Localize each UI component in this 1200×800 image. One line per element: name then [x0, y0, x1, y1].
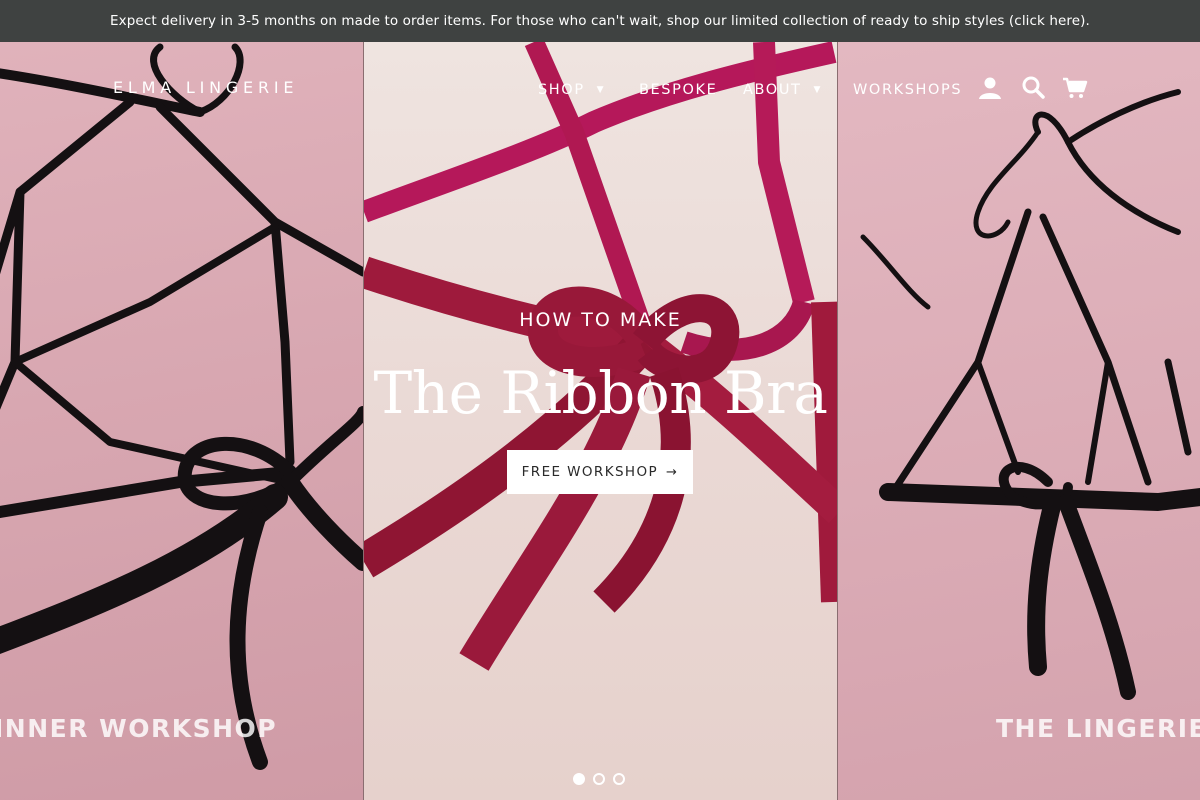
arrow-right-icon: →: [666, 464, 679, 480]
black-triangle-bra-image: [860, 89, 1200, 700]
site-logo[interactable]: ELMA LINGERIE: [113, 78, 298, 97]
cart-icon[interactable]: [1061, 74, 1089, 102]
black-ribbon-image: [0, 43, 363, 770]
free-workshop-label: FREE WORKSHOP: [521, 464, 659, 480]
left-panel-caption: INNER WORKSHOP: [0, 714, 278, 743]
hero-panel-left[interactable]: INNER WORKSHOP: [0, 42, 363, 800]
hero-headline: The Ribbon Bra: [373, 359, 828, 427]
account-icon[interactable]: [976, 74, 1004, 102]
slideshow-dots: [573, 773, 625, 785]
hero-content: HOW TO MAKE The Ribbon Bra FREE WORKSHOP…: [363, 42, 838, 800]
hero-eyebrow: HOW TO MAKE: [519, 309, 682, 331]
slide-dot-1[interactable]: [573, 773, 585, 785]
right-panel-caption: THE LINGERIE: [996, 714, 1200, 743]
announcement-link[interactable]: Expect delivery in 3-5 months on made to…: [110, 13, 1090, 29]
hero-panel-right[interactable]: THE LINGERIE: [838, 42, 1200, 800]
announcement-bar: Expect delivery in 3-5 months on made to…: [0, 0, 1200, 42]
slide-dot-3[interactable]: [613, 773, 625, 785]
search-icon[interactable]: [1020, 74, 1048, 102]
slide-dot-2[interactable]: [593, 773, 605, 785]
nav-workshops[interactable]: WORKSHOPS: [853, 82, 962, 98]
free-workshop-button[interactable]: FREE WORKSHOP →: [507, 450, 693, 494]
